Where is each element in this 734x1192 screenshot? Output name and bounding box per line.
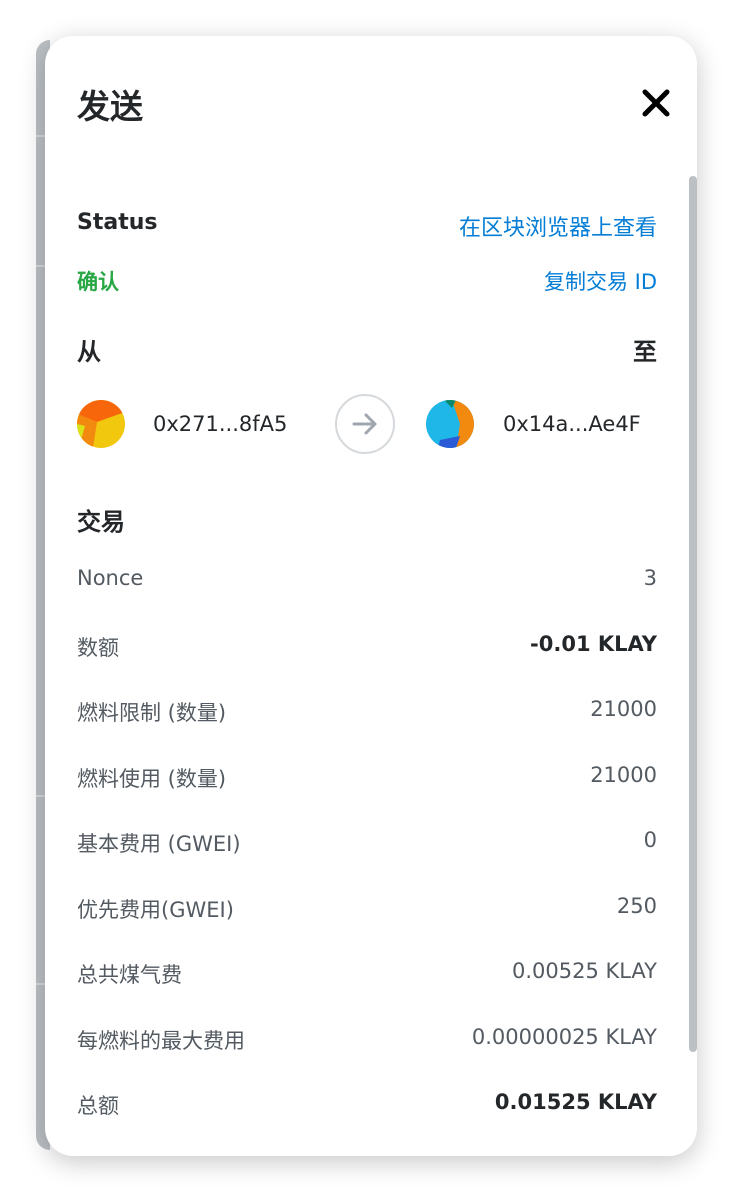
detail-label: 基本费用 (GWEI)	[77, 832, 241, 856]
transaction-details-modal: 发送 Status 在区块浏览器上查看 确认 复制交易 ID 从 至 0x271…	[45, 36, 697, 1156]
copy-transaction-id-link[interactable]: 复制交易 ID	[544, 266, 657, 296]
to-label: 至	[633, 338, 657, 366]
detail-row-gas-used: 燃料使用 (数量) 21000	[77, 763, 657, 793]
jazzicon-avatar	[77, 400, 125, 448]
detail-row-priority-fee: 优先费用(GWEI) 250	[77, 894, 657, 924]
detail-row-gas-limit: 燃料限制 (数量) 21000	[77, 697, 657, 727]
detail-value: -0.01 KLAY	[530, 632, 657, 656]
detail-label: 每燃料的最大费用	[77, 1029, 245, 1053]
detail-label: Nonce	[77, 566, 144, 590]
to-address[interactable]: 0x14a...Ae4F	[503, 412, 641, 436]
detail-label: 优先费用(GWEI)	[77, 898, 234, 922]
detail-row-amount: 数额 -0.01 KLAY	[77, 632, 657, 662]
close-icon	[642, 89, 670, 117]
detail-value: 0.01525 KLAY	[494, 1090, 657, 1114]
from-label: 从	[77, 338, 101, 366]
detail-value: 0.00525 KLAY	[511, 959, 657, 983]
detail-value: 250	[616, 894, 657, 918]
detail-row-total-gas-fee: 总共煤气费 0.00525 KLAY	[77, 959, 657, 989]
direction-indicator	[335, 394, 395, 454]
detail-value: 0.00000025 KLAY	[471, 1025, 657, 1049]
detail-row-total: 总额 0.01525 KLAY	[77, 1090, 657, 1120]
close-button[interactable]	[639, 86, 673, 120]
detail-label: 燃料使用 (数量)	[77, 767, 227, 791]
detail-value: 21000	[590, 763, 657, 787]
from-avatar	[77, 400, 125, 448]
detail-label: 总额	[77, 1094, 119, 1118]
status-value: 确认	[77, 270, 119, 294]
detail-label: 数额	[77, 636, 119, 660]
jazzicon-avatar	[426, 400, 474, 448]
detail-row-max-fee-per-gas: 每燃料的最大费用 0.00000025 KLAY	[77, 1025, 657, 1055]
detail-row-base-fee: 基本费用 (GWEI) 0	[77, 828, 657, 858]
from-address[interactable]: 0x271...8fA5	[153, 412, 287, 436]
modal-title: 发送	[77, 87, 143, 126]
detail-value: 21000	[590, 697, 657, 721]
detail-label: 总共煤气费	[77, 963, 182, 987]
to-avatar	[426, 400, 474, 448]
arrow-right-icon	[352, 413, 377, 435]
detail-label: 燃料限制 (数量)	[77, 701, 227, 725]
detail-value: 0	[643, 828, 657, 852]
detail-row-nonce: Nonce 3	[77, 566, 657, 596]
view-on-explorer-link[interactable]: 在区块浏览器上查看	[459, 210, 657, 242]
modal-scrollbar[interactable]	[689, 176, 697, 1052]
detail-value: 3	[643, 566, 657, 590]
status-label: Status	[77, 210, 158, 235]
transaction-section-title: 交易	[77, 508, 125, 536]
